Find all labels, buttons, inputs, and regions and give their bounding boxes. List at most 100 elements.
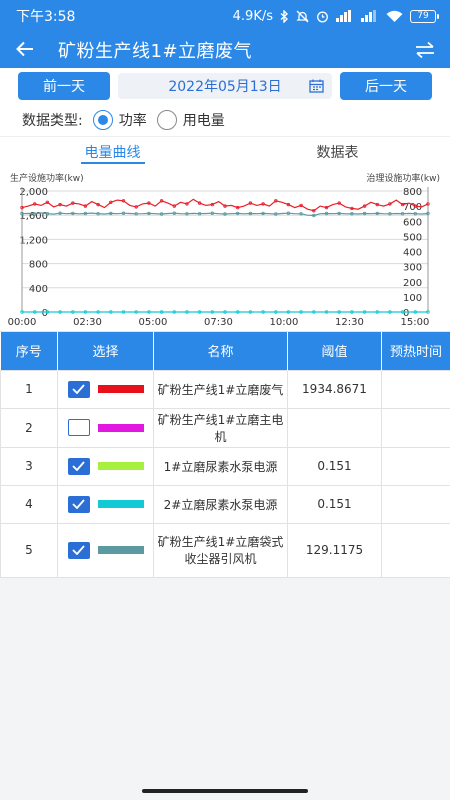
table-row: 1 矿粉生产线1#立磨废气 1934.8671 (0, 369, 450, 409)
checkbox[interactable] (67, 495, 90, 513)
row-no: 3 (0, 446, 58, 486)
col-header-select: 选择 (57, 332, 154, 370)
series-color-swatch (97, 423, 144, 432)
row-name: 矿粉生产线1#立磨袋式收尘器引风机 (153, 522, 288, 578)
row-name: 矿粉生产线1#立磨主电机 (153, 407, 288, 448)
row-threshold: 0.151 (287, 484, 382, 524)
y-right-tick-label: 800 (403, 187, 422, 198)
date-value: 2022年05月13日 (168, 79, 282, 95)
series-color-swatch (97, 546, 144, 554)
series-color-swatch (97, 500, 144, 508)
x-tick-label: 02:30 (73, 317, 102, 328)
row-name: 2#立磨尿素水泵电源 (153, 484, 288, 524)
table-row: 3 1#立磨尿素水泵电源 0.151 (0, 446, 450, 486)
col-header-name: 名称 (153, 332, 288, 370)
x-tick-label: 00:00 (8, 317, 37, 328)
status-time: 下午3:58 (16, 9, 76, 25)
status-bar: 下午3:58 4.9K/s 79 (0, 0, 450, 32)
radio-unselected-icon (156, 110, 177, 130)
checkbox[interactable] (67, 541, 90, 559)
table-row: 4 2#立磨尿素水泵电源 0.151 (0, 484, 450, 524)
page-title: 矿粉生产线1#立磨废气 (58, 41, 253, 62)
checkbox[interactable] (67, 457, 90, 475)
data-type-row: 数据类型: 功率 用电量 (0, 104, 450, 136)
row-no: 4 (0, 484, 58, 524)
table-header-row: 序号 选择 名称 阈值 预热时间 (0, 332, 450, 370)
checkmark-icon (72, 499, 85, 509)
y-left-tick-label: 2,000 (19, 187, 48, 198)
signal-icon-2 (361, 10, 376, 22)
row-no: 1 (0, 369, 58, 409)
top-bar: 下午3:58 4.9K/s 79 矿粉生产线1#立磨废气 (0, 0, 450, 68)
signal-icon (336, 10, 351, 22)
row-preheat (381, 484, 450, 524)
swap-arrows-icon[interactable] (412, 41, 436, 59)
row-name: 1#立磨尿素水泵电源 (153, 446, 288, 486)
row-threshold: 129.1175 (287, 522, 382, 578)
row-threshold: 0.151 (287, 446, 382, 486)
y-right-tick-label: 100 (403, 293, 422, 304)
radio-selected-icon (92, 110, 113, 130)
alarm-icon (317, 11, 328, 22)
y-right-tick-label: 300 (403, 263, 422, 274)
app-bar: 矿粉生产线1#立磨废气 (0, 32, 450, 68)
x-tick-label: 10:00 (270, 317, 299, 328)
col-header-preheat: 预热时间 (381, 332, 450, 370)
wifi-icon (386, 10, 403, 22)
y-left-axis-title: 生产设施功率(kw) (10, 172, 84, 184)
x-tick-label: 07:30 (204, 317, 233, 328)
checkmark-icon (72, 545, 85, 555)
x-tick-label: 15:00 (400, 317, 429, 328)
home-indicator[interactable] (142, 789, 308, 793)
series-color-swatch (97, 462, 144, 470)
y-left-tick-label: 1,200 (19, 235, 48, 246)
prev-day-button[interactable]: 前一天 (18, 72, 110, 100)
radio-power[interactable]: 功率 (92, 110, 147, 130)
device-table: 序号 选择 名称 阈值 预热时间 1 矿粉生产线1#立磨废气 1934.8671… (0, 332, 450, 578)
y-right-tick-label: 400 (403, 248, 422, 259)
tab-bar: 电量曲线 数据表 (0, 136, 450, 166)
checkbox[interactable] (67, 419, 90, 436)
y-right-tick-label: 500 (403, 232, 422, 243)
x-tick-label: 12:30 (335, 317, 364, 328)
row-no: 5 (0, 522, 58, 578)
tab-data-table[interactable]: 数据表 (225, 137, 450, 166)
x-tick-label: 05:00 (139, 317, 168, 328)
y-right-tick-label: 600 (403, 217, 422, 228)
row-threshold (287, 407, 382, 448)
mute-bell-icon (296, 10, 309, 22)
radio-energy[interactable]: 用电量 (156, 110, 225, 130)
checkmark-icon (72, 461, 85, 471)
radio-energy-label: 用电量 (182, 113, 225, 129)
y-left-tick-label: 400 (29, 284, 48, 295)
row-preheat (381, 407, 450, 448)
power-chart: 生产设施功率(kw) 治理设施功率(kw) 0 400 800 1,200 1,600 2,0… (0, 166, 450, 332)
row-preheat (381, 369, 450, 409)
next-day-button[interactable]: 后一天 (340, 72, 432, 100)
col-header-threshold: 阈值 (287, 332, 382, 370)
table-row: 2 矿粉生产线1#立磨主电机 (0, 407, 450, 448)
date-bar: 前一天 2022年05月13日 后一天 (0, 68, 450, 104)
checkbox[interactable] (67, 380, 90, 398)
table-row: 5 矿粉生产线1#立磨袋式收尘器引风机 129.1175 (0, 522, 450, 578)
row-preheat (381, 522, 450, 578)
tab-energy-curve[interactable]: 电量曲线 (0, 137, 225, 166)
arrow-left-icon[interactable] (16, 38, 44, 62)
row-preheat (381, 446, 450, 486)
status-icons: 4.9K/s 79 (232, 8, 439, 24)
bluetooth-icon (280, 9, 289, 23)
row-no: 2 (0, 407, 58, 448)
y-left-tick-label: 800 (29, 260, 48, 271)
series-color-swatch (97, 385, 144, 393)
row-name: 矿粉生产线1#立磨废气 (153, 369, 288, 409)
network-speed: 4.9K/s (232, 8, 273, 24)
data-type-label: 数据类型: (22, 113, 83, 129)
y-right-tick-label: 200 (403, 278, 422, 289)
y-right-axis-title: 治理设施功率(kw) (366, 172, 440, 184)
calendar-icon (309, 79, 324, 93)
radio-power-label: 功率 (118, 113, 147, 129)
battery-icon: 79 (410, 9, 439, 23)
date-picker[interactable]: 2022年05月13日 (118, 73, 332, 99)
row-threshold: 1934.8671 (287, 369, 382, 409)
col-header-no: 序号 (0, 332, 58, 370)
